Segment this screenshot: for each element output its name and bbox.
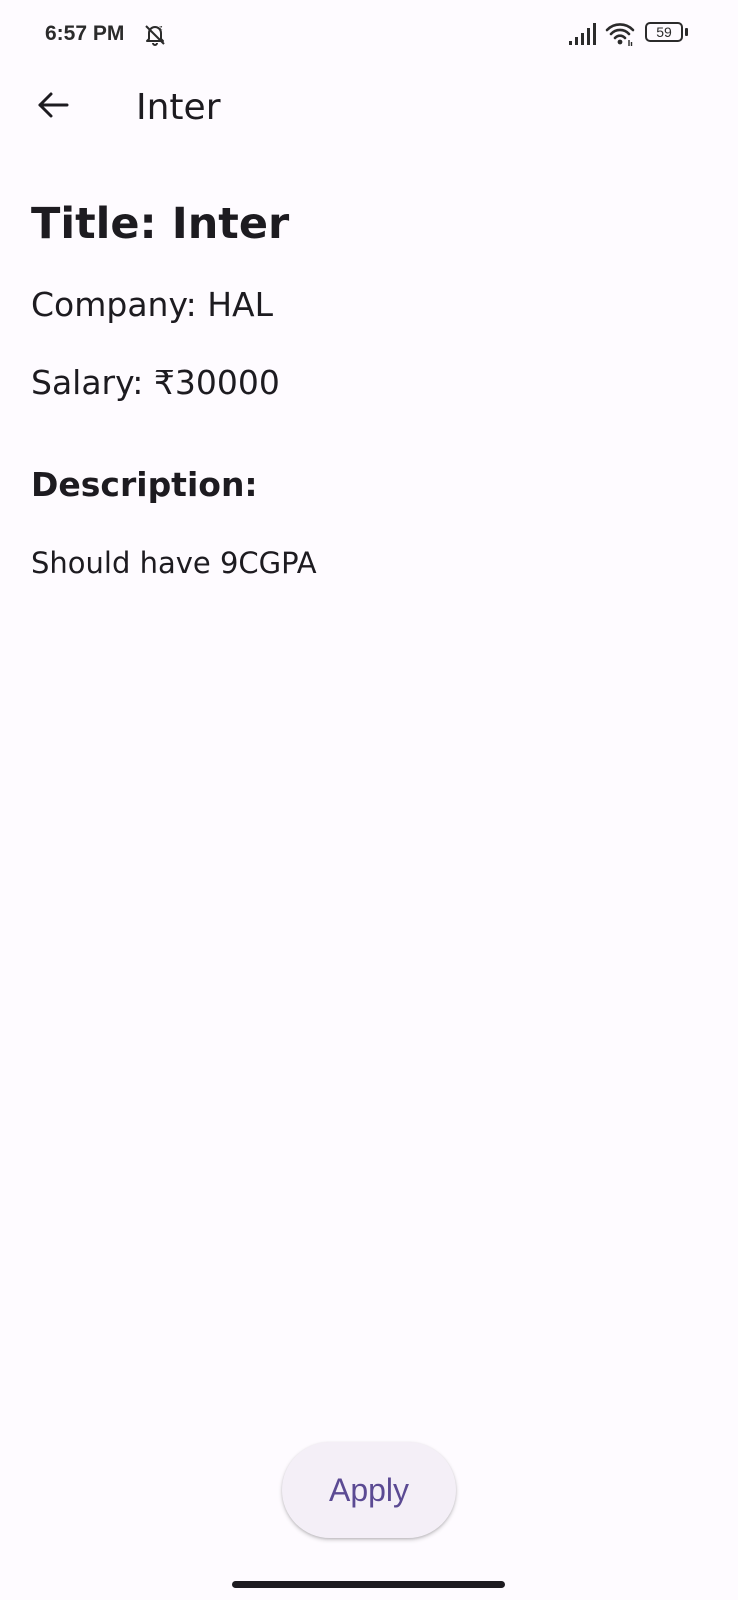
description-text: Should have 9CGPA [31, 546, 317, 580]
signal-icon [568, 22, 598, 46]
home-indicator[interactable] [232, 1581, 505, 1588]
app-bar: Inter [0, 66, 738, 152]
job-title: Title: Inter [31, 199, 290, 249]
svg-text:z: z [159, 25, 163, 32]
status-bar: 6:57 PM z 59 [0, 0, 738, 66]
job-company: Company: HAL [31, 285, 273, 324]
arrow-back-icon [36, 90, 70, 124]
description-heading: Description: [31, 465, 258, 504]
battery-tip [685, 28, 688, 36]
wifi-icon [605, 21, 635, 47]
battery-icon: 59 [645, 22, 689, 46]
apply-button[interactable]: Apply [282, 1442, 456, 1538]
app-bar-title: Inter [136, 87, 221, 128]
do-not-disturb-icon: z [142, 21, 168, 47]
job-salary: Salary: ₹30000 [31, 363, 280, 402]
battery-level: 59 [645, 22, 683, 42]
status-time: 6:57 PM [45, 22, 125, 45]
back-button[interactable] [28, 82, 78, 132]
